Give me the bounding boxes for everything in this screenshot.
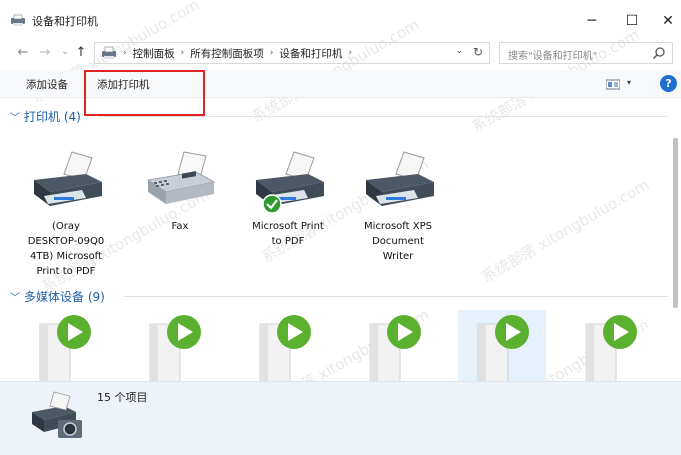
- device-label-line: Fax: [171, 221, 189, 232]
- fax-icon: [146, 151, 216, 204]
- group-divider: [124, 296, 668, 297]
- breadcrumb-separator: ›: [180, 48, 185, 58]
- address-bar[interactable]: › 控制面板 › 所有控制面板项 › 设备和打印机 › ⌄ ↻: [94, 42, 490, 64]
- view-options-dropdown-icon[interactable]: ▾: [627, 78, 631, 87]
- media-device-tile-selected[interactable]: [458, 310, 546, 383]
- collapse-chevron-icon[interactable]: ﹀: [10, 289, 24, 304]
- navigation-bar: ← → ⌄ ↑ › 控制面板 › 所有控制面板项 › 设备和打印机 › ⌄ ↻ …: [0, 40, 681, 66]
- back-button[interactable]: ←: [14, 43, 32, 61]
- maximize-button[interactable]: ☐: [612, 8, 652, 34]
- device-printer-oray[interactable]: (Oray DESKTOP-09Q0 4TB) Microsoft Print …: [14, 150, 118, 279]
- device-fax[interactable]: Fax: [128, 150, 232, 234]
- vertical-scrollbar[interactable]: [670, 98, 681, 380]
- media-server-icon: [39, 315, 91, 383]
- device-label-line: Document: [372, 236, 424, 247]
- device-label: (Oray DESKTOP-09Q0 4TB) Microsoft Print …: [14, 219, 118, 279]
- media-device-tile[interactable]: [240, 310, 328, 383]
- printer-icon: [256, 151, 324, 206]
- details-pane: 15 个项目: [0, 381, 681, 455]
- window-title: 设备和打印机: [32, 15, 98, 28]
- highlight-annotation-box: [84, 70, 205, 116]
- device-label-line: Microsoft Print: [252, 221, 324, 232]
- address-dropdown-icon[interactable]: ⌄: [455, 46, 463, 56]
- media-server-icon: [259, 315, 311, 383]
- group-divider: [98, 116, 668, 117]
- close-button[interactable]: ✕: [648, 8, 681, 34]
- media-server-icon: [149, 315, 201, 383]
- device-microsoft-xps-writer[interactable]: Microsoft XPS Document Writer: [346, 150, 450, 264]
- media-server-icon: [369, 315, 421, 383]
- media-device-tile[interactable]: [566, 310, 654, 383]
- device-label-line: Print to PDF: [36, 266, 96, 277]
- device-microsoft-print-to-pdf[interactable]: Microsoft Print to PDF: [236, 150, 340, 249]
- refresh-icon[interactable]: ↻: [473, 45, 483, 59]
- collapse-chevron-icon[interactable]: ﹀: [10, 109, 24, 124]
- search-input[interactable]: 搜索"设备和打印机": [499, 42, 673, 64]
- default-printer-check-icon: [262, 194, 282, 214]
- device-label-line: Microsoft XPS: [364, 221, 432, 232]
- media-device-tile[interactable]: [20, 310, 108, 383]
- device-label: Fax: [128, 219, 232, 234]
- device-label-line: 4TB) Microsoft: [30, 251, 102, 262]
- breadcrumb-separator: ›: [123, 48, 127, 58]
- media-server-icon: [585, 315, 637, 383]
- forward-button[interactable]: →: [36, 43, 54, 61]
- group-title-printers: 打印机 (4): [24, 109, 81, 124]
- group-header-printers[interactable]: ﹀ 打印机 (4): [10, 107, 81, 125]
- add-device-button[interactable]: 添加设备: [26, 77, 68, 92]
- printer-icon: [366, 151, 434, 206]
- scrollbar-thumb[interactable]: [673, 138, 678, 308]
- media-server-icon: [477, 315, 529, 383]
- breadcrumb-control-panel[interactable]: 控制面板: [133, 46, 175, 61]
- printer-icon: [34, 151, 102, 206]
- search-placeholder: 搜索"设备和打印机": [508, 51, 598, 62]
- media-device-tile[interactable]: [350, 310, 438, 383]
- search-icon[interactable]: [652, 46, 666, 60]
- group-title-multimedia: 多媒体设备 (9): [24, 289, 105, 304]
- title-bar: 设备和打印机 ─ ☐ ✕: [0, 0, 681, 40]
- device-label: Microsoft Print to PDF: [236, 219, 340, 249]
- device-label-line: DESKTOP-09Q0: [27, 236, 105, 247]
- help-icon[interactable]: ?: [660, 75, 677, 92]
- breadcrumb-separator: ›: [269, 48, 274, 58]
- breadcrumb-all-control-panel-items[interactable]: 所有控制面板项: [190, 46, 264, 61]
- device-label-line: to PDF: [271, 236, 305, 247]
- up-button[interactable]: ↑: [72, 43, 90, 61]
- breadcrumb-separator: ›: [348, 48, 352, 58]
- item-count: 15 个项目: [97, 391, 148, 404]
- change-view-icon[interactable]: [606, 79, 620, 90]
- device-label: Microsoft XPS Document Writer: [346, 219, 450, 264]
- devices-printers-icon: [102, 46, 116, 59]
- group-header-multimedia[interactable]: ﹀ 多媒体设备 (9): [10, 287, 105, 305]
- breadcrumb-devices-and-printers[interactable]: 设备和打印机: [279, 46, 342, 61]
- device-label-line: (Oray: [52, 221, 80, 232]
- minimize-button[interactable]: ─: [572, 8, 612, 34]
- device-label-line: Writer: [382, 251, 414, 262]
- media-device-tile[interactable]: [130, 310, 218, 383]
- printer-camera-icon: [32, 391, 82, 438]
- devices-printers-icon: [11, 14, 25, 26]
